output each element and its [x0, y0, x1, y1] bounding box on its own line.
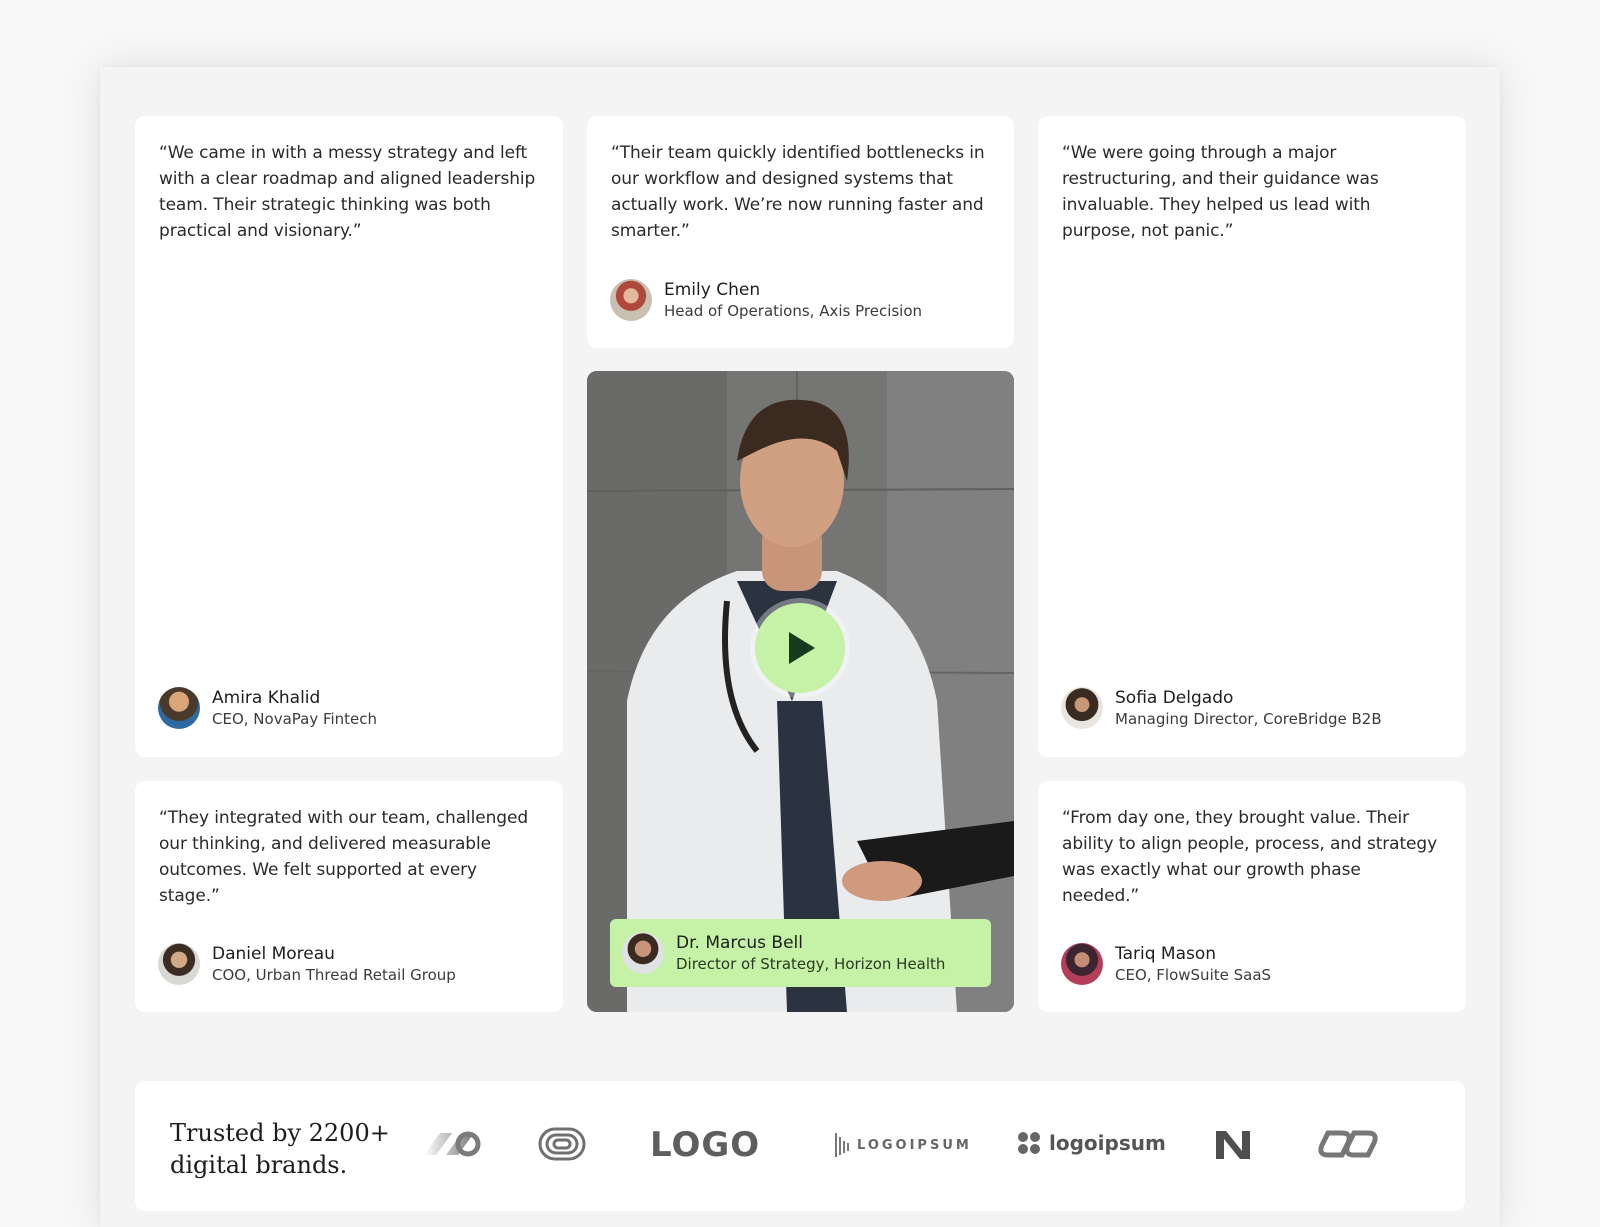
author-name: Amira Khalid	[212, 688, 321, 708]
author-role: Managing Director, CoreBridge B2B	[1115, 710, 1382, 728]
puzzle-logo-icon	[1018, 1132, 1040, 1154]
n-logo-icon	[1216, 1131, 1250, 1159]
trusted-text: Trusted by 2200+ digital brands.	[170, 1117, 390, 1181]
play-button-fill[interactable]	[755, 603, 845, 693]
chain-logo-icon	[1318, 1130, 1378, 1158]
testimonial-quote: “They integrated with our team, challeng…	[159, 808, 529, 906]
author-name: Sofia Delgado	[1115, 688, 1234, 708]
logo-wordmark-2: LOGOIPSUM	[835, 1133, 972, 1157]
author-role: Head of Operations, Axis Precision	[664, 302, 923, 320]
testimonial-author: Emily Chen Head of Operations, Axis Prec…	[610, 279, 922, 321]
video-testimonial[interactable]: Dr. Marcus Bell Director of Strategy, Ho…	[587, 371, 1014, 1012]
bars-logo-icon	[835, 1133, 849, 1157]
testimonial-quote: “From day one, they brought value. Their…	[1062, 808, 1438, 906]
testimonial-card-emily: “Their team quickly identified bottlenec…	[587, 116, 1014, 348]
author-name: Emily Chen	[664, 280, 761, 300]
author-role: Director of Strategy, Horizon Health	[676, 955, 946, 973]
logo-wordmark-2-text: LOGOIPSUM	[857, 1137, 972, 1153]
play-icon	[789, 632, 815, 664]
author-name: Tariq Mason	[1115, 944, 1217, 964]
avatar	[158, 943, 200, 985]
infinity-logo-icon	[424, 1131, 481, 1157]
rings-logo-icon	[538, 1127, 586, 1161]
avatar	[1061, 687, 1103, 729]
avatar	[1061, 943, 1103, 985]
testimonial-quote: “We came in with a messy strategy and le…	[159, 143, 536, 241]
author-role: COO, Urban Thread Retail Group	[212, 966, 456, 984]
trusted-line-2: digital brands.	[170, 1151, 348, 1179]
testimonial-quote: “We were going through a major restructu…	[1062, 143, 1379, 241]
testimonial-card-tariq: “From day one, they brought value. Their…	[1038, 781, 1466, 1012]
author-role: CEO, FlowSuite SaaS	[1115, 966, 1272, 984]
testimonial-quote: “Their team quickly identified bottlenec…	[611, 143, 985, 241]
avatar	[622, 932, 664, 974]
testimonial-card-amira: “We came in with a messy strategy and le…	[135, 116, 563, 757]
logo-wordmark-3: logoipsum	[1015, 1129, 1166, 1157]
author-name: Daniel Moreau	[212, 944, 335, 964]
play-button[interactable]	[750, 598, 850, 698]
testimonial-author: Sofia Delgado Managing Director, CoreBri…	[1061, 687, 1382, 729]
testimonial-card-daniel: “They integrated with our team, challeng…	[135, 781, 563, 1012]
trusted-brands-bar: Trusted by 2200+ digital brands. LOGO LO…	[135, 1081, 1465, 1211]
author-name: Dr. Marcus Bell	[676, 933, 803, 953]
logo-wordmark-1: LOGO	[650, 1125, 761, 1165]
trusted-line-1: Trusted by 2200+	[170, 1119, 390, 1147]
avatar	[610, 279, 652, 321]
author-role: CEO, NovaPay Fintech	[212, 710, 378, 728]
testimonial-author: Amira Khalid CEO, NovaPay Fintech	[158, 687, 377, 729]
testimonial-author: Daniel Moreau COO, Urban Thread Retail G…	[158, 943, 456, 985]
avatar	[158, 687, 200, 729]
video-caption: Dr. Marcus Bell Director of Strategy, Ho…	[610, 919, 991, 987]
testimonial-author: Tariq Mason CEO, FlowSuite SaaS	[1061, 943, 1271, 985]
logo-wordmark-3-text: logoipsum	[1049, 1131, 1166, 1155]
testimonial-card-sofia: “We were going through a major restructu…	[1038, 116, 1466, 757]
